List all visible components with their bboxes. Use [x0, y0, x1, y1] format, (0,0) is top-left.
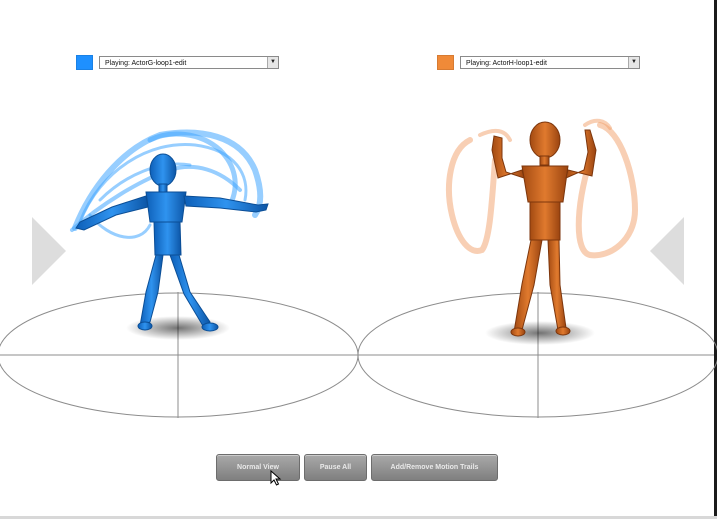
left-actor-selector: Playing: ActorG-loop1-edit ▼ [76, 54, 279, 70]
right-floor-grid [357, 292, 717, 418]
triangle-right-icon [650, 217, 684, 285]
right-actor-dropdown-value: Playing: ActorH-loop1-edit [466, 59, 547, 67]
chevron-down-icon[interactable]: ▼ [267, 56, 278, 68]
motion-stage [0, 118, 717, 418]
mouse-pointer-icon [270, 470, 282, 486]
previous-actor-button[interactable] [28, 215, 70, 292]
playback-toolbar: Normal View Pause All Add/Remove Motion … [0, 454, 717, 482]
left-floor-grid [0, 292, 359, 418]
left-actor-dropdown[interactable]: Playing: ActorG-loop1-edit ▼ [99, 55, 279, 69]
right-actor-selector: Playing: ActorH-loop1-edit ▼ [437, 54, 640, 70]
right-actor-shadow [485, 321, 595, 345]
right-actor-color-swatch [437, 54, 454, 70]
right-actor-dropdown[interactable]: Playing: ActorH-loop1-edit ▼ [460, 55, 640, 69]
left-actor-color-swatch [76, 54, 93, 70]
left-actor-dropdown-value: Playing: ActorG-loop1-edit [105, 59, 187, 67]
chevron-down-icon[interactable]: ▼ [628, 56, 639, 68]
triangle-left-icon [32, 217, 66, 285]
pause-all-button[interactable]: Pause All [304, 454, 367, 481]
motion-trails-button[interactable]: Add/Remove Motion Trails [371, 454, 498, 481]
normal-view-button[interactable]: Normal View [216, 454, 300, 481]
next-actor-button[interactable] [646, 215, 688, 292]
